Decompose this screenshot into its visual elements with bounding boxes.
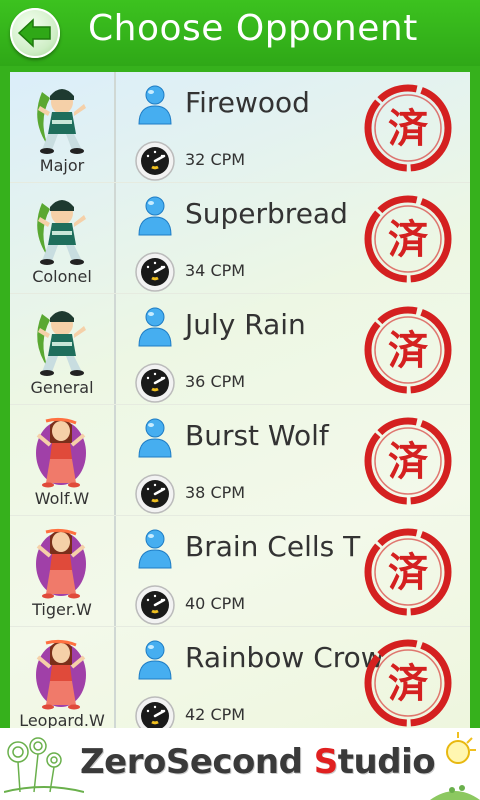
- completed-stamp-icon: 済: [362, 637, 454, 728]
- monk-avatar-icon: [28, 80, 94, 160]
- studio-brand-text: ZeroSecond Studio: [80, 742, 436, 782]
- svg-text:済: 済: [388, 106, 429, 152]
- back-arrow-icon: [17, 18, 51, 48]
- opponent-name: Rainbow Crow: [185, 641, 384, 674]
- opponent-name: Superbread: [185, 197, 348, 230]
- user-icon: [136, 528, 174, 574]
- opponent-list[interactable]: Major Firewood 32 CPM 済 Colonel Superbre…: [10, 72, 470, 728]
- opponent-row[interactable]: Colonel Superbread 34 CPM 済: [10, 183, 470, 294]
- footer-banner: ZeroSecond Studio: [0, 728, 480, 800]
- monk-avatar-icon: [28, 302, 94, 382]
- avatar-cell: Major: [10, 72, 116, 182]
- opponent-cpm: 40 CPM: [185, 594, 246, 613]
- dandelion-logo-icon: [4, 737, 84, 793]
- completed-stamp-icon: 済: [362, 415, 454, 511]
- svg-text:済: 済: [388, 217, 429, 263]
- opponent-name: Burst Wolf: [185, 419, 329, 452]
- opponent-cpm: 36 CPM: [185, 372, 246, 391]
- completed-stamp-icon: 済: [362, 526, 454, 622]
- opponent-rank: General: [30, 378, 94, 397]
- avatar-cell: Colonel: [10, 183, 116, 293]
- speedometer-icon: [134, 140, 176, 186]
- sun-icon: [446, 732, 476, 764]
- opponent-cpm: 42 CPM: [185, 705, 246, 724]
- user-icon: [136, 639, 174, 685]
- opponent-row[interactable]: Wolf.W Burst Wolf 38 CPM 済: [10, 405, 470, 516]
- speedometer-icon: [134, 251, 176, 297]
- completed-stamp-icon: 済: [362, 193, 454, 289]
- svg-text:済: 済: [388, 661, 429, 707]
- back-button[interactable]: [10, 8, 60, 58]
- avatar-cell: Tiger.W: [10, 516, 116, 626]
- completed-stamp-icon: 済: [362, 304, 454, 400]
- opponent-rank: Major: [39, 156, 85, 175]
- dancer-avatar-icon: [28, 413, 94, 493]
- avatar-cell: General: [10, 294, 116, 404]
- opponent-cpm: 38 CPM: [185, 483, 246, 502]
- opponent-rank: Wolf.W: [34, 489, 90, 508]
- header-bar: Choose Opponent: [0, 0, 480, 66]
- opponent-rank: Leopard.W: [19, 711, 105, 728]
- user-icon: [136, 195, 174, 241]
- user-icon: [136, 84, 174, 130]
- opponent-name: Firewood: [185, 86, 310, 119]
- user-icon: [136, 417, 174, 463]
- page-title: Choose Opponent: [88, 8, 418, 49]
- opponent-name: July Rain: [185, 308, 306, 341]
- speedometer-icon: [134, 695, 176, 728]
- avatar-cell: Leopard.W: [10, 627, 116, 728]
- user-icon: [136, 306, 174, 352]
- opponent-rank: Tiger.W: [32, 600, 92, 619]
- grass-decoration-icon: [430, 785, 480, 800]
- opponent-name: Brain Cells T: [185, 530, 361, 563]
- monk-avatar-icon: [28, 191, 94, 271]
- opponent-cpm: 32 CPM: [185, 150, 246, 169]
- speedometer-icon: [134, 584, 176, 630]
- dancer-avatar-icon: [28, 635, 94, 715]
- speedometer-icon: [134, 473, 176, 519]
- opponent-row[interactable]: Major Firewood 32 CPM 済: [10, 72, 470, 183]
- opponent-row[interactable]: Tiger.W Brain Cells T 40 CPM 済: [10, 516, 470, 627]
- opponent-row[interactable]: Leopard.W Rainbow Crow 42 CPM 済: [10, 627, 470, 728]
- dancer-avatar-icon: [28, 524, 94, 604]
- svg-text:済: 済: [388, 439, 429, 485]
- opponent-row[interactable]: General July Rain 36 CPM 済: [10, 294, 470, 405]
- svg-text:済: 済: [388, 550, 429, 596]
- avatar-cell: Wolf.W: [10, 405, 116, 515]
- speedometer-icon: [134, 362, 176, 408]
- svg-text:済: 済: [388, 328, 429, 374]
- completed-stamp-icon: 済: [362, 82, 454, 178]
- opponent-rank: Colonel: [32, 267, 92, 286]
- opponent-cpm: 34 CPM: [185, 261, 246, 280]
